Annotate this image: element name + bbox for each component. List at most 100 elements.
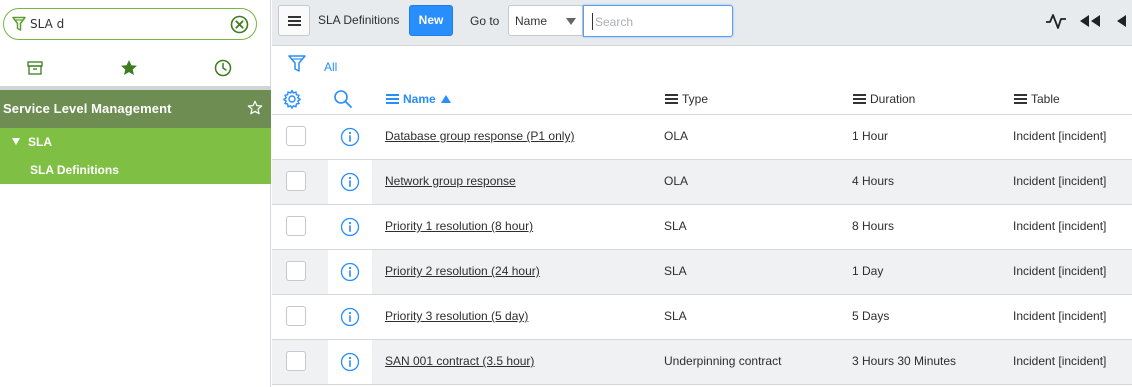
row-table: Incident [incident]: [1013, 354, 1107, 368]
checkbox-cell: [272, 115, 328, 159]
info-icon[interactable]: [340, 127, 360, 147]
hamburger-bar: [288, 24, 301, 26]
info-icon[interactable]: [340, 217, 360, 237]
info-cell: [328, 160, 372, 204]
module-group-sla[interactable]: SLA: [12, 135, 52, 149]
favorite-star-icon[interactable]: [247, 100, 263, 116]
application-navigator: Service Level Management SLA SLA Definit…: [0, 0, 271, 387]
search-input[interactable]: [592, 13, 727, 30]
table-row: Priority 3 resolution (5 day) SLA 5 Days…: [272, 295, 1132, 340]
gear-icon[interactable]: [282, 89, 302, 109]
info-cell: [328, 115, 372, 159]
navigator-filter[interactable]: [3, 8, 257, 40]
hamburger-bar: [288, 20, 301, 22]
module-list: SLA SLA Definitions: [0, 128, 271, 184]
info-icon[interactable]: [340, 352, 360, 372]
row-table: Incident [incident]: [1013, 174, 1107, 188]
table-header: Name Type Duration Table: [272, 83, 1132, 115]
column-header-table[interactable]: Table: [1014, 92, 1060, 106]
row-table: Incident [incident]: [1013, 219, 1107, 233]
info-cell: [328, 250, 372, 294]
column-header-name[interactable]: Name: [386, 92, 451, 106]
column-header-type[interactable]: Type: [665, 92, 708, 106]
filter-icon[interactable]: [288, 54, 306, 74]
goto-selected-value: Name: [515, 14, 548, 28]
row-table: Incident [incident]: [1013, 264, 1107, 278]
table-row: Priority 2 resolution (24 hour) SLA 1 Da…: [272, 250, 1132, 295]
column-label: Table: [1031, 92, 1060, 106]
column-menu-icon[interactable]: [386, 94, 399, 104]
checkbox-cell: [272, 250, 328, 294]
row-duration: 5 Days: [852, 309, 890, 323]
checkbox-cell: [272, 340, 328, 384]
double-left-arrow-icon[interactable]: [1078, 12, 1102, 30]
search-icon[interactable]: [333, 89, 353, 109]
table-row: SAN 001 contract (3.5 hour) Underpinning…: [272, 340, 1132, 385]
navigator-filter-input[interactable]: [30, 14, 220, 34]
column-menu-icon[interactable]: [665, 94, 678, 104]
column-label: Type: [682, 92, 709, 106]
info-cell: [328, 205, 372, 249]
column-label: Duration: [870, 92, 916, 106]
new-button[interactable]: New: [409, 5, 453, 36]
table-row: Network group response OLA 4 Hours Incid…: [272, 160, 1132, 205]
navigator-tabs: [0, 52, 271, 86]
clear-filter-icon[interactable]: [230, 15, 249, 34]
row-name-link[interactable]: Priority 1 resolution (8 hour): [385, 219, 533, 233]
list-title: SLA Definitions: [318, 13, 400, 27]
checkbox-cell: [272, 295, 328, 339]
breadcrumb-all[interactable]: All: [324, 60, 337, 74]
row-checkbox[interactable]: [286, 306, 306, 326]
info-cell: [328, 295, 372, 339]
row-duration: 4 Hours: [852, 174, 895, 188]
table-body: Database group response (P1 only) OLA 1 …: [272, 115, 1132, 385]
row-type: SLA: [664, 264, 687, 278]
row-checkbox[interactable]: [286, 216, 306, 236]
row-name-link[interactable]: SAN 001 contract (3.5 hour): [385, 354, 534, 368]
breadcrumb: All: [272, 47, 1132, 83]
row-duration: 1 Hour: [852, 129, 889, 143]
row-table: Incident [incident]: [1013, 309, 1107, 323]
collapse-left-icon[interactable]: [1115, 12, 1127, 30]
archive-icon[interactable]: [25, 58, 45, 78]
hamburger-bar: [288, 16, 301, 18]
table-row: Priority 1 resolution (8 hour) SLA 8 Hou…: [272, 205, 1132, 250]
row-checkbox[interactable]: [286, 351, 306, 371]
info-icon[interactable]: [340, 172, 360, 192]
row-table: Incident [incident]: [1013, 129, 1107, 143]
row-type: SLA: [664, 219, 687, 233]
list-context-menu-button[interactable]: [278, 5, 310, 36]
goto-field-select[interactable]: Name: [508, 5, 583, 36]
info-cell: [328, 340, 372, 384]
module-sla-definitions[interactable]: SLA Definitions: [30, 163, 119, 177]
column-menu-icon[interactable]: [853, 94, 866, 104]
info-icon[interactable]: [340, 262, 360, 282]
application-header[interactable]: Service Level Management: [0, 90, 271, 128]
row-name-link[interactable]: Database group response (P1 only): [385, 129, 574, 143]
clock-icon[interactable]: [213, 58, 233, 78]
column-menu-icon[interactable]: [1014, 94, 1027, 104]
row-checkbox[interactable]: [286, 261, 306, 281]
activity-icon[interactable]: [1045, 12, 1067, 30]
star-icon[interactable]: [119, 58, 139, 78]
info-icon[interactable]: [340, 307, 360, 327]
search-field[interactable]: [583, 5, 733, 37]
row-type: Underpinning contract: [664, 354, 782, 368]
chevron-down-icon: [566, 18, 576, 25]
column-label: Name: [403, 92, 436, 106]
expand-triangle-icon: [12, 138, 20, 145]
table-row: Database group response (P1 only) OLA 1 …: [272, 115, 1132, 160]
row-name-link[interactable]: Network group response: [385, 174, 516, 188]
column-header-duration[interactable]: Duration: [853, 92, 915, 106]
module-group-label: SLA: [28, 135, 52, 149]
row-type: OLA: [664, 129, 689, 143]
list-view: SLA Definitions New Go to Name Search Al…: [272, 0, 1132, 387]
app-window: Service Level Management SLA SLA Definit…: [0, 0, 1132, 387]
filter-icon: [12, 16, 26, 31]
application-title: Service Level Management: [3, 101, 172, 116]
row-name-link[interactable]: Priority 3 resolution (5 day): [385, 309, 528, 323]
row-checkbox[interactable]: [286, 126, 306, 146]
row-duration: 8 Hours: [852, 219, 895, 233]
row-name-link[interactable]: Priority 2 resolution (24 hour): [385, 264, 540, 278]
row-checkbox[interactable]: [286, 171, 306, 191]
